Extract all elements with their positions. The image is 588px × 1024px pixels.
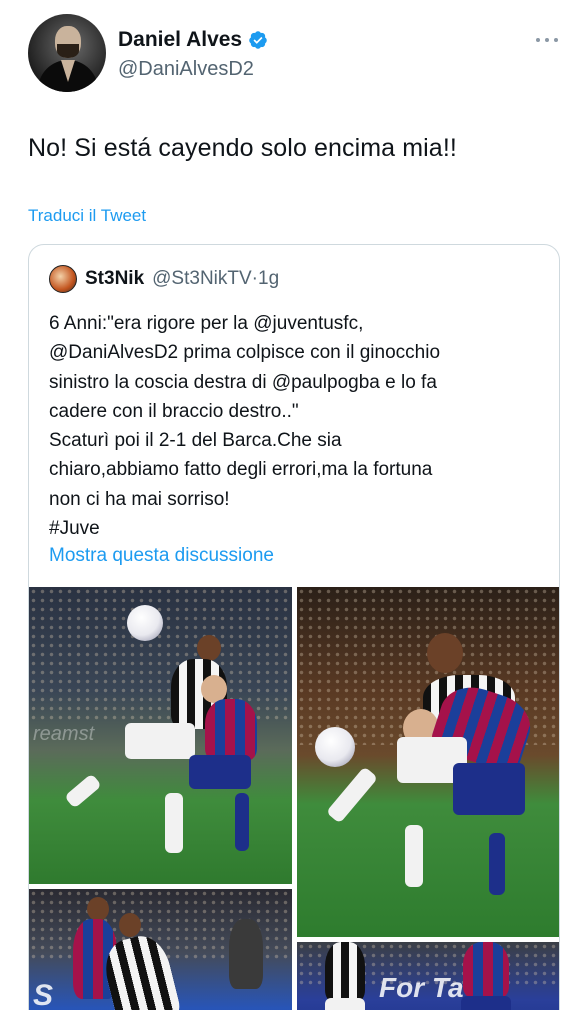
quoted-text-line: @DaniAlvesD2 prima colpisce con il ginoc… [49,342,441,364]
verified-badge-icon [249,31,267,49]
author-avatar[interactable] [28,14,106,92]
translate-tweet-link[interactable]: Traduci il Tweet [28,206,146,226]
quoted-text-line: non ci ha mai sorriso! [49,488,230,510]
quoted-tweet-header: St3Nik @St3NikTV·1g [49,265,279,293]
quoted-text-line: cadere con il braccio destro.." [49,400,299,422]
quoted-text-line: 6 Anni:"era rigore per la @juventusfc, [49,313,364,334]
author-handle[interactable]: @DaniAlvesD2 [118,58,254,81]
show-thread-link[interactable]: Mostra questa discussione [49,545,274,567]
quoted-tweet-text: 6 Anni:"era rigore per la @juventusfc, @… [49,309,549,543]
media-photo-1[interactable]: reamst [29,587,292,884]
photo-watermark: reamst [33,723,95,745]
photo-banner-text: S [33,979,54,1012]
tweet-text: No! Si está cayendo solo encima mia!! [28,134,457,162]
quoted-tweet[interactable]: St3Nik @St3NikTV·1g 6 Anni:"era rigore p… [28,244,560,1024]
quoted-text-line: Scaturì poi il 2-1 del Barca.Che sia [49,430,342,452]
photo-banner-text: For Ta [379,972,464,1003]
media-photo-2[interactable] [297,587,559,937]
quoted-author-name: St3Nik [85,268,145,289]
author-name-row[interactable]: Daniel Alves [118,28,268,52]
bottom-edge [0,1010,588,1024]
quoted-text-line: sinistro la coscia destra di @paulpogba … [49,371,437,393]
quoted-text-line: chiaro,abbiamo fatto degli errori,ma la … [49,459,433,481]
media-grid: reamst S For Ta [29,587,559,1024]
quoted-author-handle: @St3NikTV·1g [152,268,280,289]
more-options-icon[interactable] [536,36,558,44]
media-photo-3[interactable]: S [29,889,292,1024]
tweet-header: Daniel Alves @DaniAlvesD2 [0,0,588,110]
author-display-name[interactable]: Daniel Alves [118,28,242,52]
quoted-author-avatar [49,265,77,293]
quoted-text-line: #Juve [49,518,100,540]
